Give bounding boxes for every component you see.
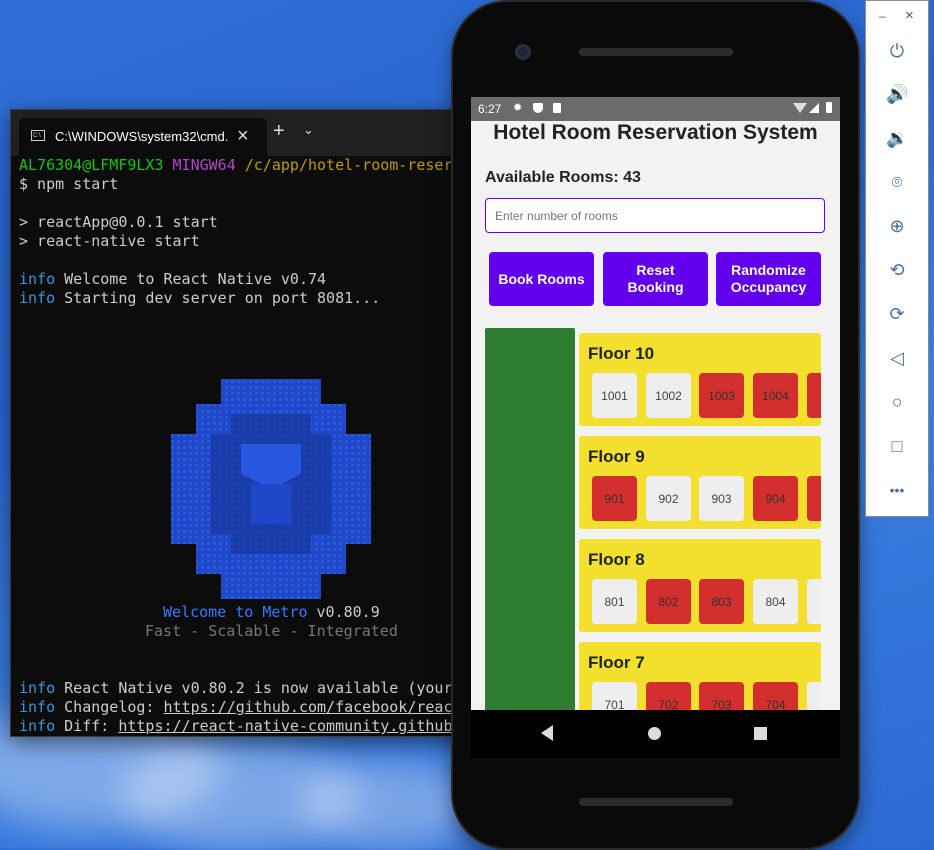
room-tile[interactable]: 803 [699,579,744,624]
home-icon[interactable]: ○ [886,391,908,413]
home-icon[interactable] [648,727,661,740]
info-line: info Starting dev server on port 8081... [19,289,381,307]
terminal-tab-bar: C:\ C:\WINDOWS\system32\cmd. × + ⌄ [11,110,481,156]
emulator-toolbar: – × ⏻ 🔊 🔉 ⌾ ⊕ ⟲ ⟳ ◁ ○ □ ••• [865,0,929,517]
new-tab-icon[interactable]: + [273,120,285,143]
back-icon[interactable]: ◁ [886,347,908,369]
wifi-icon [793,103,807,113]
close-icon[interactable]: × [905,7,914,24]
rooms-count-input[interactable] [485,198,825,233]
room-tile-partial[interactable] [807,682,821,710]
room-tile[interactable]: 1001 [592,373,637,418]
floor-card: Floor 7 701 702 703 704 [579,642,821,710]
speaker-grille [579,48,733,56]
settings-icon: ✹ [513,102,523,114]
room-tile[interactable]: 904 [753,476,798,521]
diff-link[interactable]: https://react-native-community.github [118,717,452,735]
minimize-icon[interactable]: – [879,9,886,23]
speaker-grille [579,798,733,806]
command-line: $ npm start [19,175,119,193]
overview-icon[interactable] [754,727,767,740]
sd-card-icon [553,103,561,113]
floor-title: Floor 8 [588,550,645,569]
randomize-occupancy-button[interactable]: Randomize Occupancy [716,252,821,306]
status-bar: 6:27 ✹ [471,97,840,121]
info-line: info React Native v0.80.2 is now availab… [19,679,453,697]
android-nav-bar [471,710,840,758]
terminal-tab-title: C:\WINDOWS\system32\cmd. [55,129,229,144]
room-tile[interactable]: 701 [592,682,637,710]
floor-card: Floor 8 801 802 803 804 [579,539,821,632]
room-tile[interactable]: 902 [646,476,691,521]
metro-logo-icon [171,379,371,599]
metro-welcome-line: Welcome to Metro v0.80.9 [163,603,380,621]
book-rooms-button[interactable]: Book Rooms [489,252,594,306]
room-tile-partial[interactable] [807,579,821,624]
zoom-icon[interactable]: ⊕ [886,215,908,237]
room-tile[interactable]: 801 [592,579,637,624]
phone-emulator: 6:27 ✹ Hotel Room Reservation System Ava… [453,2,858,848]
phone-screen: 6:27 ✹ Hotel Room Reservation System Ava… [471,97,840,710]
rotate-right-icon[interactable]: ⟳ [886,303,908,325]
room-tile-partial[interactable] [807,373,821,418]
room-tile-partial[interactable] [807,476,821,521]
reset-booking-button[interactable]: Reset Booking [603,252,708,306]
room-tile[interactable]: 804 [753,579,798,624]
room-tile[interactable]: 901 [592,476,637,521]
output-line: > reactApp@0.0.1 start [19,213,218,231]
terminal-output[interactable]: AL76304@LFMF9LX3 MINGW64 /c/app/hotel-ro… [11,156,481,736]
changelog-link[interactable]: https://github.com/facebook/react [164,698,462,716]
camera-icon [515,44,531,60]
room-tile[interactable]: 703 [699,682,744,710]
info-line: info Welcome to React Native v0.74 [19,270,327,288]
back-icon[interactable] [541,725,553,741]
signal-icon [809,103,819,113]
more-icon[interactable]: ••• [886,479,908,501]
floor-card: Floor 9 901 902 903 904 [579,436,821,529]
available-rooms-label: Available Rooms: 43 [485,169,641,186]
cmd-icon: C:\ [31,130,45,141]
terminal-window: C:\ C:\WINDOWS\system32\cmd. × + ⌄ AL763… [10,109,482,737]
room-tile[interactable]: 704 [753,682,798,710]
room-tile[interactable]: 702 [646,682,691,710]
floor-title: Floor 10 [588,344,655,363]
room-tile[interactable]: 903 [699,476,744,521]
output-line: > react-native start [19,232,200,250]
close-tab-icon[interactable]: × [237,125,249,148]
camera-icon[interactable]: ⌾ [886,171,908,193]
room-tile[interactable]: 1004 [753,373,798,418]
room-tile[interactable]: 1002 [646,373,691,418]
status-time: 6:27 [478,102,502,116]
terminal-tab[interactable]: C:\ C:\WINDOWS\system32\cmd. × [19,118,267,156]
rotate-left-icon[interactable]: ⟲ [886,259,908,281]
floor-title: Floor 7 [588,653,645,672]
page-title: Hotel Room Reservation System [493,121,818,144]
prompt-line: AL76304@LFMF9LX3 MINGW64 /c/app/hotel-ro… [19,156,462,174]
battery-icon [826,102,832,113]
info-line: info Changelog: https://github.com/faceb… [19,698,462,716]
floor-title: Floor 9 [588,447,645,466]
power-icon[interactable]: ⏻ [886,40,908,62]
metro-tagline: Fast - Scalable - Integrated [145,622,398,640]
chevron-down-icon[interactable]: ⌄ [303,122,314,138]
shield-icon [533,103,543,113]
info-line: info Diff: https://react-native-communit… [19,717,453,735]
room-tile[interactable]: 1003 [699,373,744,418]
overview-icon[interactable]: □ [886,435,908,457]
room-tile[interactable]: 802 [646,579,691,624]
floor-card: Floor 10 1001 1002 1003 1004 [579,333,821,426]
volume-up-icon[interactable]: 🔊 [886,83,908,105]
lift-column [485,328,575,710]
volume-down-icon[interactable]: 🔉 [886,127,908,149]
